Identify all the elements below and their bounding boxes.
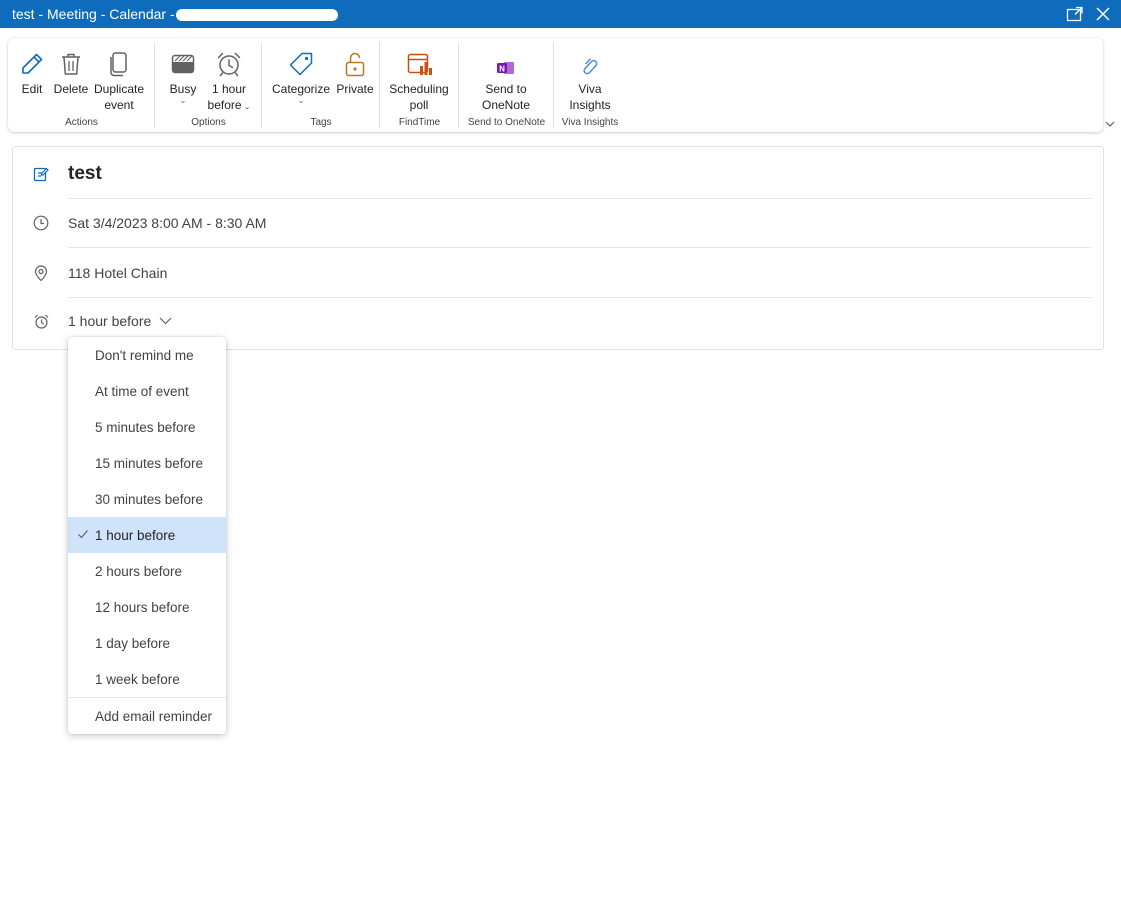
redacted-text [176, 9, 338, 21]
reminder-option[interactable]: Don't remind me [68, 337, 226, 373]
checkmark-icon [78, 530, 88, 539]
chevron-down-icon: ⌄ [241, 102, 251, 111]
reminder-option[interactable]: 1 day before [68, 625, 226, 661]
subject-row: test [13, 149, 1103, 199]
group-label-tags: Tags [310, 117, 332, 128]
datetime-row: Sat 3/4/2023 8:00 AM - 8:30 AM [13, 198, 1103, 248]
delete-icon [62, 53, 80, 75]
delete-button[interactable]: Delete [52, 42, 90, 97]
reminder-value: 1 hour before [68, 313, 152, 329]
reminder-dropdown-menu: Don't remind me At time of event 5 minut… [68, 337, 226, 734]
close-icon[interactable] [1093, 4, 1113, 24]
reminder-ribbon-button[interactable]: 1 hour before ⌄ [207, 42, 251, 115]
ribbon-group-options: Busy ⌄ 1 hour before ⌄ Options [155, 38, 262, 132]
ribbon-group-onenote: N Send to OneNote Send to OneNote [459, 38, 554, 132]
onenote-icon: N [497, 62, 514, 74]
scheduling-poll-button[interactable]: Scheduling poll [388, 42, 450, 113]
svg-text:N: N [499, 65, 505, 74]
ribbon-toolbar: Edit Delete Duplicate event Actions Busy … [8, 38, 1103, 132]
reminder-option-selected[interactable]: 1 hour before [68, 517, 226, 553]
chevron-down-icon [159, 317, 172, 325]
busy-button[interactable]: Busy ⌄ [167, 42, 199, 105]
busy-icon [171, 54, 195, 74]
reminder-option[interactable]: 12 hours before [68, 589, 226, 625]
ribbon-group-actions: Edit Delete Duplicate event Actions [8, 38, 155, 132]
reminder-option[interactable]: 15 minutes before [68, 445, 226, 481]
edit-button[interactable]: Edit [16, 42, 48, 97]
edit-icon [22, 53, 43, 74]
ribbon-group-tags: Categorize ⌄ Private Tags [262, 38, 380, 132]
add-email-reminder-option[interactable]: Add email reminder [68, 698, 226, 734]
tag-icon [289, 52, 313, 76]
group-label-onenote: Send to OneNote [467, 117, 546, 128]
duplicate-event-button[interactable]: Duplicate event [92, 42, 146, 113]
group-label-actions: Actions [65, 117, 98, 128]
viva-insights-icon [583, 58, 598, 75]
clock-icon [33, 215, 49, 231]
private-button[interactable]: Private [334, 42, 376, 97]
subject-edit-icon [33, 167, 49, 182]
reminder-option[interactable]: 2 hours before [68, 553, 226, 589]
viva-insights-button[interactable]: Viva Insights [564, 42, 616, 113]
reminder-option[interactable]: 30 minutes before [68, 481, 226, 517]
event-datetime: Sat 3/4/2023 8:00 AM - 8:30 AM [68, 215, 267, 231]
window-title: test - Meeting - Calendar - [12, 6, 175, 22]
group-label-options: Options [191, 117, 226, 128]
chevron-down-icon: ⌄ [297, 96, 305, 105]
send-to-onenote-button[interactable]: N Send to OneNote [475, 42, 537, 113]
event-details-card: test Sat 3/4/2023 8:00 AM - 8:30 AM 118 … [12, 146, 1104, 350]
event-location: 118 Hotel Chain [68, 265, 168, 281]
reminder-option[interactable]: 5 minutes before [68, 409, 226, 445]
chevron-down-icon: ⌄ [179, 96, 187, 105]
reminder-option[interactable]: At time of event [68, 373, 226, 409]
reminder-option[interactable]: 1 week before [68, 661, 226, 697]
alarm-icon [217, 52, 241, 77]
ribbon-group-findtime: Scheduling poll FindTime [380, 38, 459, 132]
group-label-findtime: FindTime [398, 117, 441, 128]
poll-icon [407, 53, 432, 75]
title-bar: test - Meeting - Calendar - [0, 0, 1121, 28]
ribbon-expand-chevron-icon[interactable] [1104, 118, 1116, 130]
duplicate-icon [110, 52, 127, 77]
lock-icon [345, 52, 365, 77]
ribbon-group-viva-insights: Viva Insights Viva Insights [554, 38, 626, 132]
group-label-viva-insights: Viva Insights [561, 117, 619, 128]
location-pin-icon [34, 265, 48, 282]
event-subject: test [68, 163, 102, 184]
alarm-icon [34, 314, 48, 329]
location-row: 118 Hotel Chain [13, 248, 1103, 298]
popout-icon[interactable] [1065, 4, 1085, 24]
categorize-button[interactable]: Categorize ⌄ [270, 42, 332, 105]
